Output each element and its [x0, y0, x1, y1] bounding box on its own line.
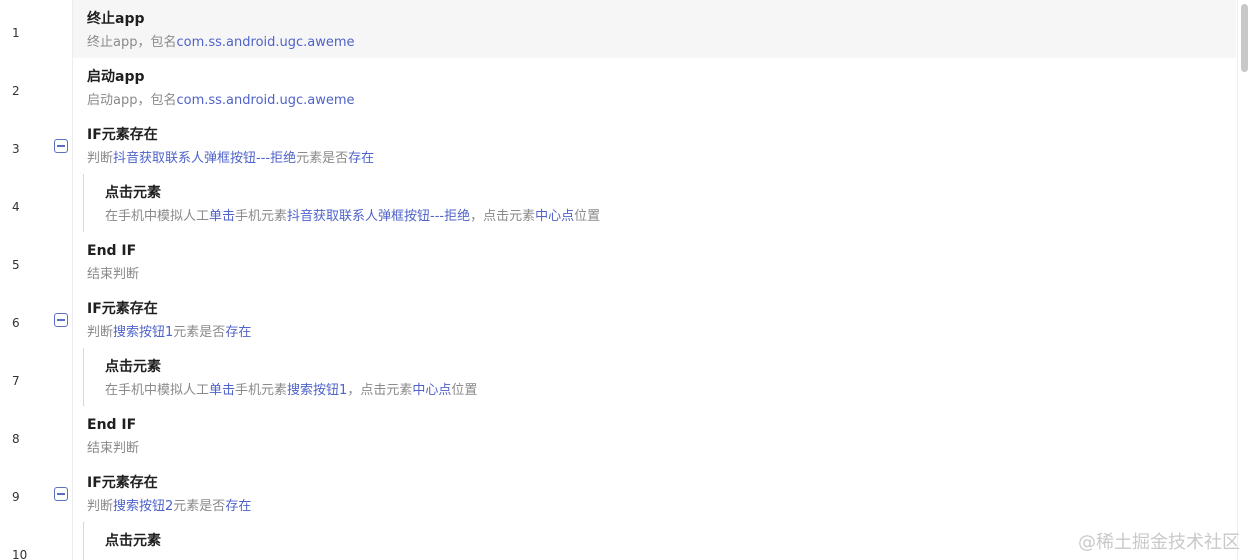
- desc-text: 判断: [87, 325, 114, 340]
- step-title: IF元素存在: [87, 127, 158, 143]
- step-content[interactable]: IF元素存在 判断抖音获取联系人弹框按钮---拒绝元素是否存在: [73, 116, 1236, 174]
- param-value: 搜索按钮1: [287, 383, 348, 398]
- step-content[interactable]: 点击元素: [73, 522, 1236, 560]
- desc-text: 元素是否: [173, 325, 226, 340]
- param-value: 搜索按钮2: [113, 499, 174, 514]
- desc-text: 在手机中模拟人工: [105, 209, 210, 224]
- step-title: 点击元素: [105, 533, 161, 549]
- watermark: @稀土掘金技术社区: [1078, 532, 1240, 553]
- step-description: 结束判断: [87, 440, 139, 458]
- step-content[interactable]: 点击元素在手机中模拟人工单击手机元素抖音获取联系人弹框按钮---拒绝，点击元素中…: [73, 174, 1236, 232]
- step-description: 判断抖音获取联系人弹框按钮---拒绝元素是否存在: [87, 150, 374, 168]
- param-value: 抖音获取联系人弹框按钮---拒绝: [287, 209, 471, 224]
- param-value: 单击: [209, 209, 236, 224]
- step-description: 判断搜索按钮1元素是否存在: [87, 324, 251, 342]
- step-description: 判断搜索按钮2元素是否存在: [87, 498, 251, 516]
- param-value: 搜索按钮1: [113, 325, 174, 340]
- step-content[interactable]: 点击元素在手机中模拟人工单击手机元素搜索按钮1，点击元素中心点位置: [73, 348, 1236, 406]
- flow-editor: 1 终止app 终止app，包名com.ss.android.ugc.aweme 2 启…: [0, 0, 1250, 560]
- desc-text: 终止app，包名: [87, 35, 177, 50]
- line-number: 5: [12, 258, 20, 272]
- line-number: 3: [12, 142, 20, 156]
- param-value: 存在: [225, 499, 252, 514]
- collapse-icon[interactable]: [54, 487, 68, 501]
- step-list: 1 终止app 终止app，包名com.ss.android.ugc.aweme 2 启…: [0, 0, 1236, 560]
- step-row[interactable]: 9 IF元素存在 判断搜索按钮2元素是否存在: [0, 464, 1236, 522]
- step-description: 在手机中模拟人工单击手机元素抖音获取联系人弹框按钮---拒绝，点击元素中心点位置: [105, 208, 600, 226]
- step-content[interactable]: 终止app 终止app，包名com.ss.android.ugc.aweme: [73, 0, 1236, 58]
- param-value: com.ss.android.ugc.aweme: [176, 93, 355, 108]
- desc-text: 判断: [87, 151, 114, 166]
- step-description: 结束判断: [87, 266, 139, 284]
- param-value: 存在: [348, 151, 375, 166]
- line-number: 9: [12, 490, 20, 504]
- vertical-scrollbar[interactable]: [1237, 0, 1250, 560]
- desc-text: 判断: [87, 499, 114, 514]
- param-value: 单击: [209, 383, 236, 398]
- param-value: 中心点: [535, 209, 575, 224]
- collapse-icon[interactable]: [54, 313, 68, 327]
- param-value: 中心点: [412, 383, 452, 398]
- step-row[interactable]: 2 启动app 启动app，包名com.ss.android.ugc.aweme: [0, 58, 1236, 116]
- step-row[interactable]: 10 点击元素: [0, 522, 1236, 560]
- line-number: 8: [12, 432, 20, 446]
- step-content[interactable]: IF元素存在 判断搜索按钮1元素是否存在: [73, 290, 1236, 348]
- step-content[interactable]: End IF 结束判断: [73, 406, 1236, 464]
- desc-text: 结束判断: [87, 267, 140, 282]
- line-number: 6: [12, 316, 20, 330]
- collapse-icon[interactable]: [54, 139, 68, 153]
- desc-text: 结束判断: [87, 441, 140, 456]
- desc-text: 元素是否: [296, 151, 349, 166]
- desc-text: ，点击元素: [470, 209, 536, 224]
- line-number: 4: [12, 200, 20, 214]
- desc-text: 在手机中模拟人工: [105, 383, 210, 398]
- step-row[interactable]: 7 点击元素在手机中模拟人工单击手机元素搜索按钮1，点击元素中心点位置: [0, 348, 1236, 406]
- step-row[interactable]: 3 IF元素存在 判断抖音获取联系人弹框按钮---拒绝元素是否存在: [0, 116, 1236, 174]
- param-value: com.ss.android.ugc.aweme: [176, 35, 355, 50]
- step-description: 终止app，包名com.ss.android.ugc.aweme: [87, 34, 355, 52]
- step-description: 在手机中模拟人工单击手机元素搜索按钮1，点击元素中心点位置: [105, 382, 477, 400]
- step-title: 启动app: [87, 69, 145, 85]
- step-content[interactable]: 启动app 启动app，包名com.ss.android.ugc.aweme: [73, 58, 1236, 116]
- desc-text: 手机元素: [235, 383, 288, 398]
- desc-text: ，点击元素: [347, 383, 413, 398]
- step-row[interactable]: 4 点击元素在手机中模拟人工单击手机元素抖音获取联系人弹框按钮---拒绝，点击元素…: [0, 174, 1236, 232]
- step-row[interactable]: 5 End IF 结束判断: [0, 232, 1236, 290]
- line-number: 1: [12, 26, 20, 40]
- step-title: 终止app: [87, 11, 145, 27]
- desc-text: 元素是否: [173, 499, 226, 514]
- step-description: 启动app，包名com.ss.android.ugc.aweme: [87, 92, 355, 110]
- scrollbar-thumb[interactable]: [1241, 4, 1248, 72]
- line-number: 10: [12, 548, 28, 560]
- step-row[interactable]: 1 终止app 终止app，包名com.ss.android.ugc.aweme: [0, 0, 1236, 58]
- desc-text: 启动app，包名: [87, 93, 177, 108]
- line-number: 7: [12, 374, 20, 388]
- step-title: IF元素存在: [87, 301, 158, 317]
- desc-text: 手机元素: [235, 209, 288, 224]
- param-value: 抖音获取联系人弹框按钮---拒绝: [113, 151, 297, 166]
- step-title: 点击元素: [105, 359, 161, 375]
- desc-text: 位置: [451, 383, 478, 398]
- step-content[interactable]: End IF 结束判断: [73, 232, 1236, 290]
- step-content[interactable]: IF元素存在 判断搜索按钮2元素是否存在: [73, 464, 1236, 522]
- step-row[interactable]: 6 IF元素存在 判断搜索按钮1元素是否存在: [0, 290, 1236, 348]
- step-title: End IF: [87, 417, 137, 433]
- desc-text: 位置: [574, 209, 601, 224]
- step-row[interactable]: 8 End IF 结束判断: [0, 406, 1236, 464]
- step-title: IF元素存在: [87, 475, 158, 491]
- line-number: 2: [12, 84, 20, 98]
- step-title: End IF: [87, 243, 137, 259]
- step-title: 点击元素: [105, 185, 161, 201]
- param-value: 存在: [225, 325, 252, 340]
